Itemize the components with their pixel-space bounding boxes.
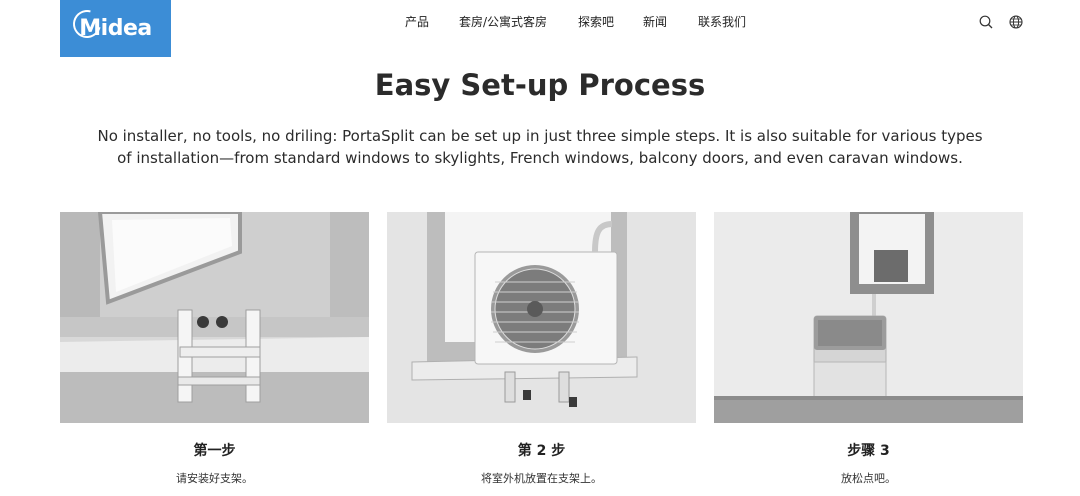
step-card-2: 第 2 步 将室外机放置在支架上。 — [387, 212, 696, 486]
step-1-title: 第一步 — [193, 443, 236, 459]
intro-paragraph: No installer, no tools, no driling: Port… — [97, 127, 983, 167]
step-1-description: 请安装好支架。 — [176, 472, 253, 485]
step-2-description: 将室外机放置在支架上。 — [481, 472, 602, 485]
step-3-description: 放松点吧。 — [841, 472, 896, 485]
step-3-title: 步骤 3 — [847, 443, 890, 459]
nav-item-explore[interactable]: 探索吧 — [578, 13, 614, 30]
step-2-title: 第 2 步 — [517, 443, 566, 459]
step-3-image — [714, 212, 1023, 423]
globe-icon[interactable] — [1009, 14, 1023, 29]
search-icon[interactable] — [979, 14, 993, 29]
nav-item-suites[interactable]: 套房/公寓式客房 — [459, 13, 547, 30]
main-nav: 产品 套房/公寓式客房 探索吧 新闻 联系我们 — [0, 13, 1080, 33]
step-card-3: 步骤 3 放松点吧。 — [714, 212, 1023, 486]
site-header: Midea 产品 套房/公寓式客房 探索吧 新闻 联系我们 — [0, 0, 1080, 58]
nav-item-products[interactable]: 产品 — [405, 13, 429, 30]
step-2-image — [387, 212, 696, 423]
step-card-1: 第一步 请安装好支架。 — [60, 212, 369, 486]
nav-item-contact[interactable]: 联系我们 — [698, 13, 746, 30]
step-1-image — [60, 212, 369, 423]
nav-item-news[interactable]: 新闻 — [643, 13, 667, 30]
page-title: Easy Set-up Process — [374, 68, 706, 102]
